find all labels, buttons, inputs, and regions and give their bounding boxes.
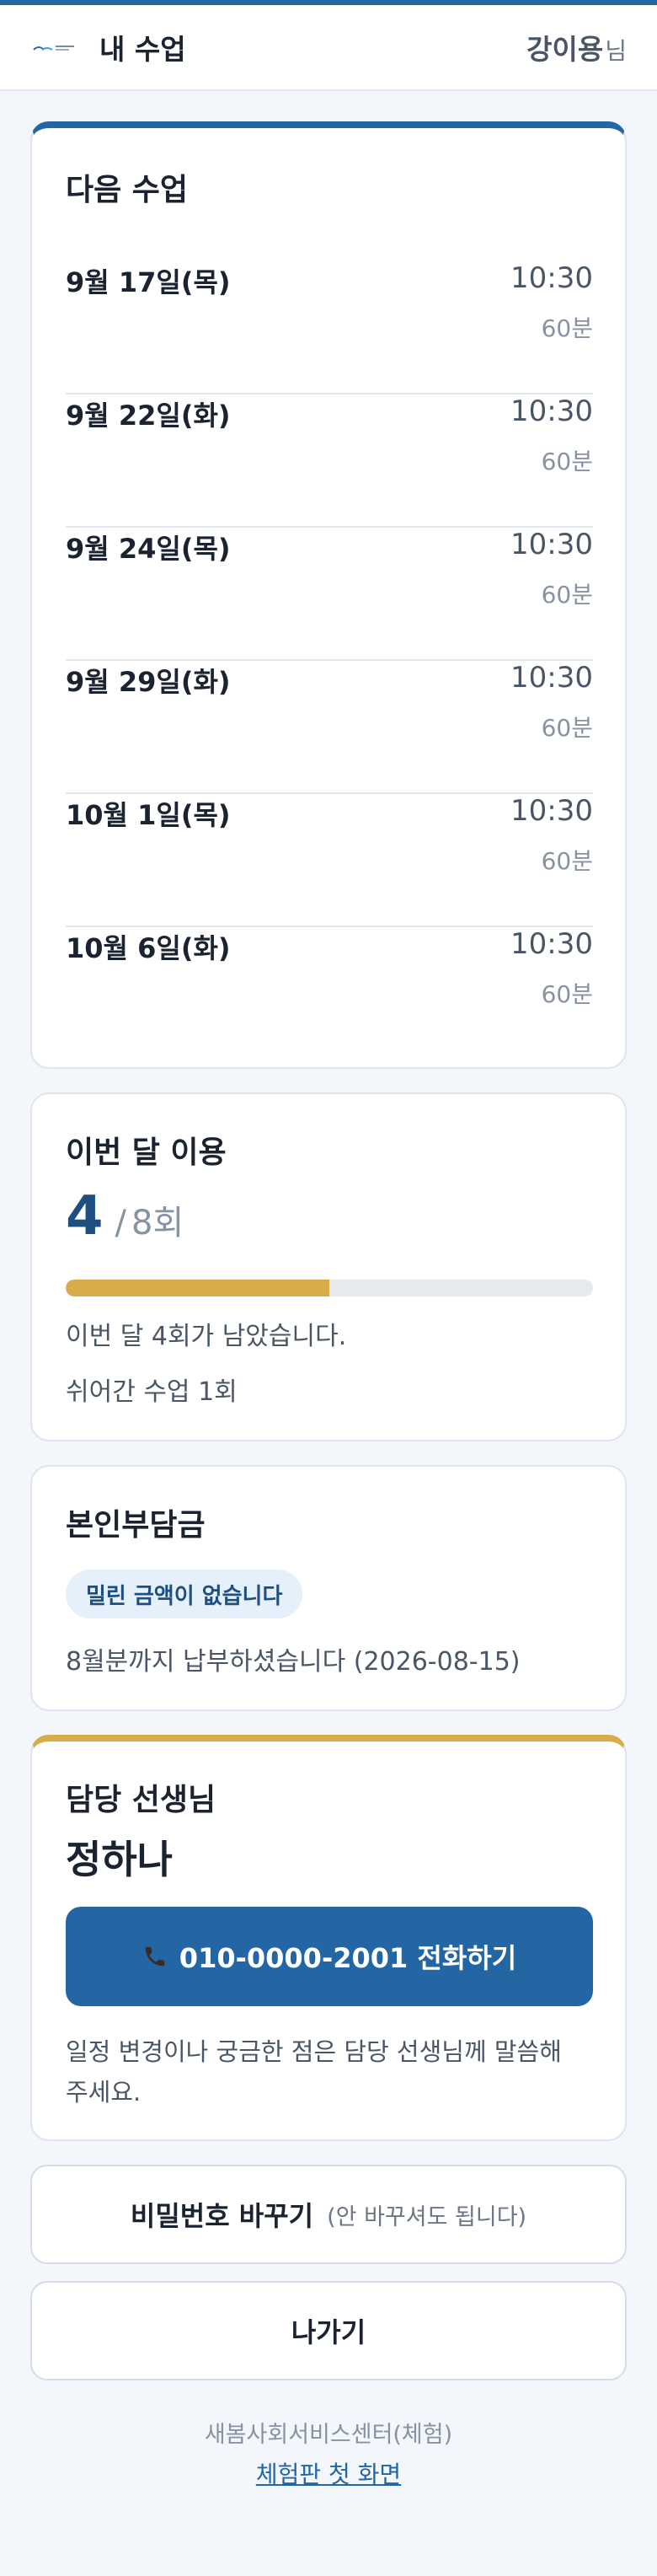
next-classes-title: 다음 수업 (66, 173, 189, 207)
schedule-date: 9월 29일(화) (66, 666, 231, 698)
schedule-time: 10:30 (510, 261, 593, 295)
remaining-text: 이번 달 4회가 남았습니다. (66, 1322, 347, 1351)
app-header: 내 수업 강이용님 (0, 5, 657, 91)
teacher-name: 정하나 (66, 1837, 173, 1882)
schedule-duration: 60분 (541, 980, 593, 1008)
user-name: 강이용 (526, 33, 604, 66)
schedule-duration: 60분 (541, 448, 593, 475)
schedule-time: 10:30 (510, 661, 593, 695)
footer-organization: 새봄사회서비스센터(체험) (204, 2422, 453, 2448)
next-classes-card: 다음 수업 9월 17일(목) 10:30 60분 9월 22일(화) 10:3… (30, 121, 627, 1069)
status-badge: 밀린 금액이 없습니다 (66, 1570, 303, 1618)
call-button-label: 010-0000-2001 전화하기 (179, 1942, 517, 1974)
usage-progress-fill (66, 1280, 329, 1296)
schedule-row: 10월 1일(목) 10:30 60분 (66, 794, 593, 927)
schedule-row: 9월 29일(화) 10:30 60분 (66, 661, 593, 794)
schedule-time: 10:30 (510, 927, 593, 961)
change-password-note: (안 바꾸셔도 됩니다) (327, 2203, 527, 2230)
schedule-row: 10월 6일(화) 10:30 60분 (66, 927, 593, 1060)
teacher-card: 담당 선생님 정하나 010-0000-2001 전화하기 일정 변경이나 궁금… (30, 1735, 627, 2141)
schedule-date: 9월 17일(목) (66, 266, 231, 298)
schedule-duration: 60분 (541, 714, 593, 742)
usage-count: 4 / 8회 (66, 1185, 184, 1248)
phone-icon (142, 1944, 168, 1969)
schedule-date: 9월 24일(목) (66, 533, 231, 565)
organization-logo-icon (30, 37, 77, 57)
schedule-time: 10:30 (510, 528, 593, 561)
logout-button[interactable]: 나가기 (30, 2281, 627, 2380)
page: 내 수업 강이용님 다음 수업 9월 17일(목) 10:30 60분 9월 2… (0, 0, 657, 2576)
change-password-label: 비밀번호 바꾸기 (130, 2200, 314, 2232)
usage-progress-bar (66, 1280, 593, 1296)
teacher-title: 담당 선생님 (66, 1783, 216, 1817)
monthly-usage-title: 이번 달 이용 (66, 1135, 227, 1170)
teacher-note: 일정 변경이나 궁금한 점은 담당 선생님께 말씀해 주세요. (66, 2037, 562, 2106)
schedule-duration: 60분 (541, 314, 593, 342)
schedule-row: 9월 22일(화) 10:30 60분 (66, 394, 593, 528)
schedule-date: 10월 6일(화) (66, 932, 231, 964)
monthly-usage-card: 이번 달 이용 4 / 8회 이번 달 4회가 남았습니다. 쉬어간 수업 1회 (30, 1092, 627, 1441)
schedule-row: 9월 17일(목) 10:30 60분 (66, 261, 593, 394)
schedule-row: 9월 24일(목) 10:30 60분 (66, 528, 593, 661)
schedule-time: 10:30 (510, 794, 593, 828)
schedule-date: 10월 1일(목) (66, 799, 231, 831)
copay-title: 본인부담금 (66, 1508, 206, 1543)
schedule-time: 10:30 (510, 394, 593, 428)
paid-text: 8월분까지 납부하셨습니다 (2026-08-15) (66, 1647, 521, 1677)
user-suffix: 님 (605, 37, 627, 65)
usage-separator: / (115, 1204, 127, 1242)
skipped-text: 쉬어간 수업 1회 (66, 1377, 238, 1407)
schedule-duration: 60분 (541, 847, 593, 875)
copay-card: 본인부담금 밀린 금액이 없습니다 8월분까지 납부하셨습니다 (2026-08… (30, 1465, 627, 1711)
logout-label: 나가기 (291, 2316, 366, 2348)
user-greeting: 강이용님 (526, 27, 627, 67)
page-title: 내 수업 (99, 33, 186, 66)
footer-home-link[interactable]: 체험판 첫 화면 (0, 2456, 657, 2490)
schedule-duration: 60분 (541, 581, 593, 609)
call-teacher-button[interactable]: 010-0000-2001 전화하기 (66, 1907, 593, 2006)
usage-total: 8회 (131, 1204, 184, 1242)
schedule-date: 9월 22일(화) (66, 400, 231, 432)
usage-used: 4 (66, 1185, 104, 1248)
change-password-button[interactable]: 비밀번호 바꾸기 (안 바꾸셔도 됩니다) (30, 2165, 627, 2264)
